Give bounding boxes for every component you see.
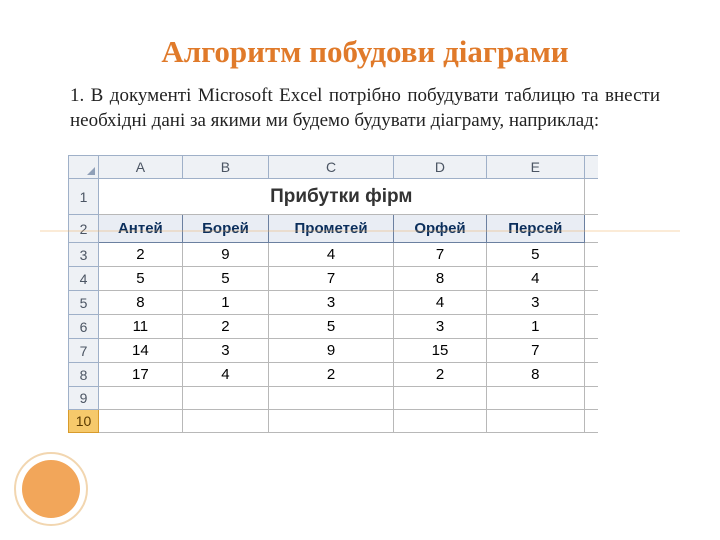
row-num-3[interactable]: 3 [69, 243, 99, 267]
col-letter-A[interactable]: A [99, 156, 183, 179]
table-row: 8 17 4 2 2 8 [69, 363, 599, 387]
cell-B3[interactable]: 9 [182, 243, 268, 267]
table-row: 4 5 5 7 8 4 [69, 267, 599, 291]
row-num-10[interactable]: 10 [69, 410, 99, 433]
header-A[interactable]: Антей [99, 215, 183, 243]
cell-F2[interactable] [584, 215, 598, 243]
cell-B6[interactable]: 2 [182, 315, 268, 339]
table-row-selected: 10 [69, 410, 599, 433]
column-letters-row: A B C D E [69, 156, 599, 179]
cell-D8[interactable]: 2 [393, 363, 486, 387]
cell-C9[interactable] [269, 387, 394, 410]
cell-E4[interactable]: 4 [487, 267, 584, 291]
select-all-corner[interactable] [69, 156, 99, 179]
cell-C3[interactable]: 4 [269, 243, 394, 267]
cell-E5[interactable]: 3 [487, 291, 584, 315]
cell-D4[interactable]: 8 [393, 267, 486, 291]
header-B[interactable]: Борей [182, 215, 268, 243]
cell-F10[interactable] [584, 410, 598, 433]
cell-B9[interactable] [182, 387, 268, 410]
row-num-7[interactable]: 7 [69, 339, 99, 363]
cell-D7[interactable]: 15 [393, 339, 486, 363]
row-num-2[interactable]: 2 [69, 215, 99, 243]
table-title-row: 1 Прибутки фірм [69, 179, 599, 215]
cell-E10[interactable] [487, 410, 584, 433]
decorative-circle-icon [22, 460, 80, 518]
cell-A3[interactable]: 2 [99, 243, 183, 267]
spreadsheet-table: A B C D E 1 Прибутки фірм 2 Антей Борей … [68, 155, 598, 433]
cell-F4[interactable] [584, 267, 598, 291]
cell-E7[interactable]: 7 [487, 339, 584, 363]
cell-F6[interactable] [584, 315, 598, 339]
cell-B5[interactable]: 1 [182, 291, 268, 315]
cell-F8[interactable] [584, 363, 598, 387]
table-header-row: 2 Антей Борей Прометей Орфей Персей [69, 215, 599, 243]
cell-D3[interactable]: 7 [393, 243, 486, 267]
table-row: 5 8 1 3 4 3 [69, 291, 599, 315]
table-row: 3 2 9 4 7 5 [69, 243, 599, 267]
cell-D10[interactable] [393, 410, 486, 433]
cell-A8[interactable]: 17 [99, 363, 183, 387]
cell-C7[interactable]: 9 [269, 339, 394, 363]
cell-A7[interactable]: 14 [99, 339, 183, 363]
header-D[interactable]: Орфей [393, 215, 486, 243]
cell-F7[interactable] [584, 339, 598, 363]
accent-line [40, 230, 680, 232]
cell-C4[interactable]: 7 [269, 267, 394, 291]
cell-D9[interactable] [393, 387, 486, 410]
table-row: 6 11 2 5 3 1 [69, 315, 599, 339]
spreadsheet: A B C D E 1 Прибутки фірм 2 Антей Борей … [68, 155, 598, 433]
slide: Алгоритм побудови діаграми 1. В документ… [0, 0, 720, 540]
cell-F9[interactable] [584, 387, 598, 410]
cell-D5[interactable]: 4 [393, 291, 486, 315]
cell-A5[interactable]: 8 [99, 291, 183, 315]
page-title: Алгоритм побудови діаграми [70, 34, 660, 70]
col-letter-C[interactable]: C [269, 156, 394, 179]
row-num-5[interactable]: 5 [69, 291, 99, 315]
col-letter-E[interactable]: E [487, 156, 584, 179]
cell-F1[interactable] [584, 179, 598, 215]
cell-C10[interactable] [269, 410, 394, 433]
table-row: 7 14 3 9 15 7 [69, 339, 599, 363]
header-E[interactable]: Персей [487, 215, 584, 243]
cell-C8[interactable]: 2 [269, 363, 394, 387]
cell-E9[interactable] [487, 387, 584, 410]
cell-B8[interactable]: 4 [182, 363, 268, 387]
header-C[interactable]: Прометей [269, 215, 394, 243]
table-row-empty: 9 [69, 387, 599, 410]
row-num-8[interactable]: 8 [69, 363, 99, 387]
col-letter-B[interactable]: B [182, 156, 268, 179]
cell-A4[interactable]: 5 [99, 267, 183, 291]
cell-D6[interactable]: 3 [393, 315, 486, 339]
col-letter-D[interactable]: D [393, 156, 486, 179]
cell-E3[interactable]: 5 [487, 243, 584, 267]
cell-F3[interactable] [584, 243, 598, 267]
cell-B7[interactable]: 3 [182, 339, 268, 363]
col-letter-F[interactable] [584, 156, 598, 179]
row-num-1[interactable]: 1 [69, 179, 99, 215]
cell-B4[interactable]: 5 [182, 267, 268, 291]
cell-C5[interactable]: 3 [269, 291, 394, 315]
instruction-paragraph: 1. В документі Microsoft Excel потрібно … [70, 84, 660, 133]
cell-F5[interactable] [584, 291, 598, 315]
cell-E6[interactable]: 1 [487, 315, 584, 339]
row-num-4[interactable]: 4 [69, 267, 99, 291]
cell-A10[interactable] [99, 410, 183, 433]
cell-A6[interactable]: 11 [99, 315, 183, 339]
cell-A9[interactable] [99, 387, 183, 410]
row-num-9[interactable]: 9 [69, 387, 99, 410]
cell-E8[interactable]: 8 [487, 363, 584, 387]
cell-B10[interactable] [182, 410, 268, 433]
cell-C6[interactable]: 5 [269, 315, 394, 339]
table-title-cell[interactable]: Прибутки фірм [99, 179, 585, 215]
row-num-6[interactable]: 6 [69, 315, 99, 339]
